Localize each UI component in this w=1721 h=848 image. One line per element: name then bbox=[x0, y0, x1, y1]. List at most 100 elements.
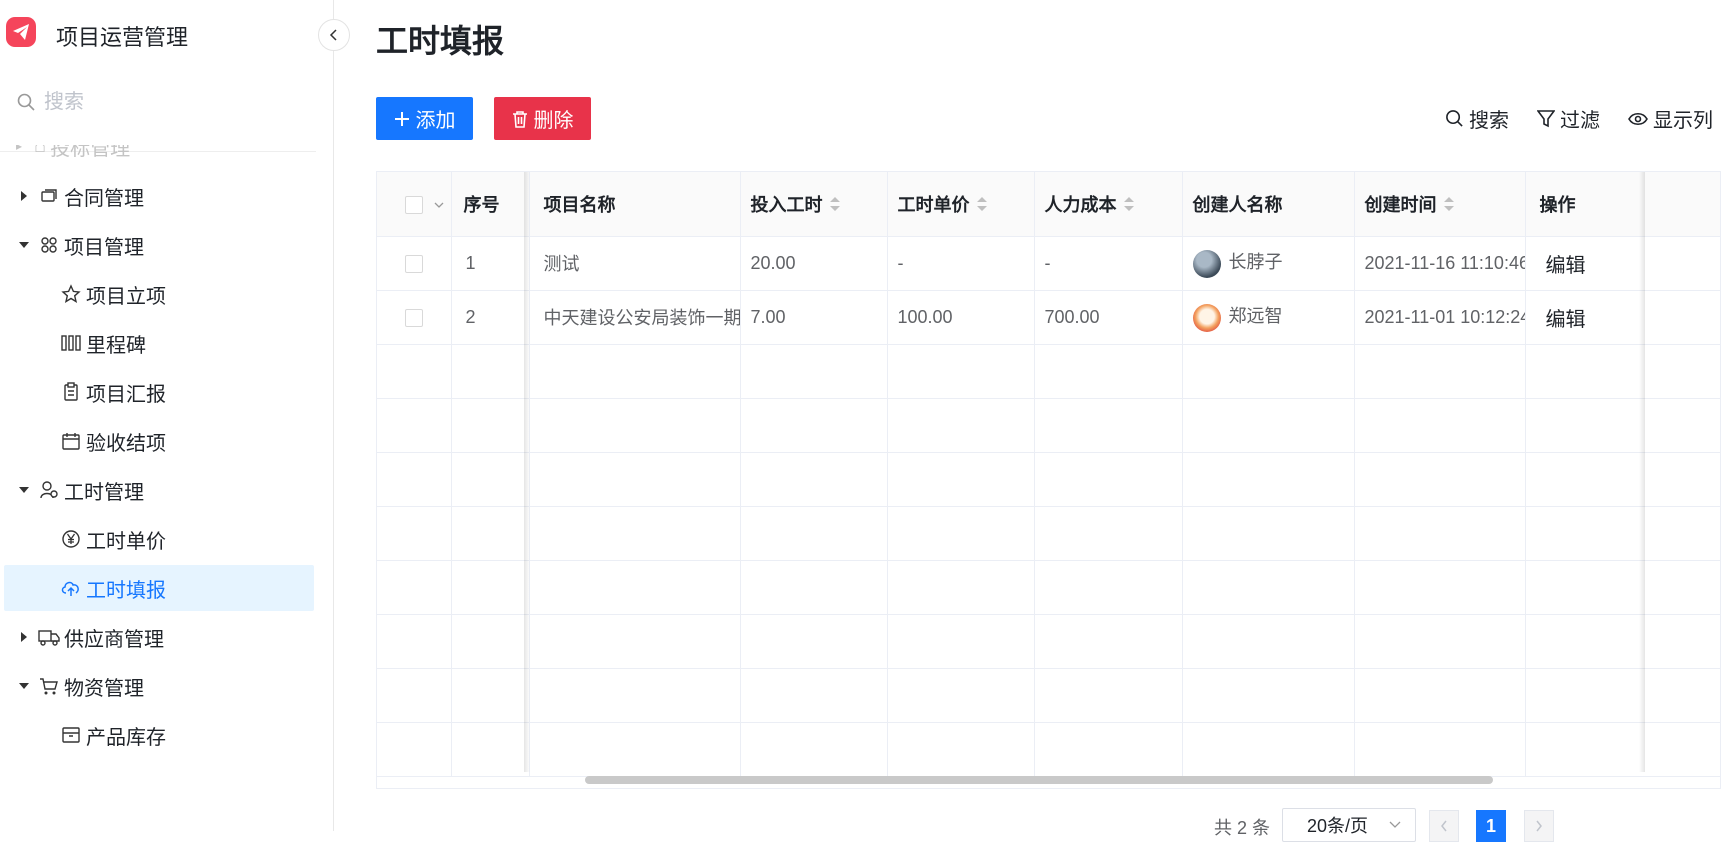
column-header-label: 创建时间 bbox=[1364, 194, 1437, 215]
sidebar-item-project-init[interactable]: 项目立项 bbox=[4, 271, 314, 317]
empty-row bbox=[377, 344, 1720, 399]
sidebar-search[interactable] bbox=[16, 88, 264, 116]
edit-link[interactable]: 编辑 bbox=[1525, 290, 1720, 345]
creator-name: 长脖子 bbox=[1228, 252, 1283, 273]
paper-plane-logo-icon bbox=[6, 17, 36, 47]
empty-row bbox=[377, 722, 1720, 777]
empty-row bbox=[377, 614, 1720, 669]
cell-hours: 7.00 bbox=[740, 290, 888, 345]
columns-tool-label: 显示列 bbox=[1653, 110, 1713, 132]
row-select-cell[interactable] bbox=[377, 290, 452, 345]
sidebar-item-label: 工时管理 bbox=[64, 481, 144, 504]
cloud-upload-icon bbox=[60, 577, 82, 599]
chevron-right-icon bbox=[1536, 820, 1542, 832]
sidebar-item-hour-price[interactable]: 工时单价 bbox=[4, 516, 314, 562]
cell-project-name: 中天建设公安局装饰一期工 bbox=[529, 290, 741, 345]
cell-hours: 20.00 bbox=[740, 236, 888, 291]
empty-row bbox=[377, 668, 1720, 723]
sidebar-item-workhours[interactable]: 工时管理 bbox=[4, 467, 314, 513]
column-header-cost[interactable]: 人力成本 bbox=[1034, 172, 1183, 237]
cell-price: 100.00 bbox=[887, 290, 1035, 345]
chevron-down-icon[interactable] bbox=[434, 201, 444, 209]
column-header-index: 序号 bbox=[451, 172, 530, 237]
column-header-name: 项目名称 bbox=[529, 172, 741, 237]
chevron-left-icon bbox=[329, 29, 337, 41]
sidebar-item-label: 工时单价 bbox=[86, 530, 166, 553]
column-header-hours[interactable]: 投入工时 bbox=[740, 172, 888, 237]
contract-icon bbox=[38, 185, 60, 207]
column-header-label: 工时单价 bbox=[897, 194, 970, 215]
project-icon bbox=[38, 234, 60, 256]
sort-icon[interactable] bbox=[1443, 196, 1455, 212]
page-title: 工时填报 bbox=[376, 23, 505, 59]
cell-created: 2021-11-01 10:12:24 bbox=[1354, 290, 1526, 345]
column-header-created[interactable]: 创建时间 bbox=[1354, 172, 1526, 237]
sidebar-item-label: 项目管理 bbox=[64, 236, 144, 259]
chevron-left-icon bbox=[1441, 820, 1447, 832]
caret-down-icon bbox=[16, 241, 32, 249]
cell-cost: 700.00 bbox=[1034, 290, 1183, 345]
cell-creator: 郑远智 bbox=[1182, 290, 1355, 345]
sidebar-item-inventory[interactable]: 产品库存 bbox=[4, 712, 314, 758]
sidebar-item-label: 供应商管理 bbox=[64, 628, 164, 651]
sort-icon[interactable] bbox=[976, 196, 988, 212]
sidebar-item-supplier[interactable]: 供应商管理 bbox=[4, 614, 314, 660]
cart-icon bbox=[38, 675, 60, 697]
caret-down-icon bbox=[16, 486, 32, 494]
sidebar-item-project-report[interactable]: 项目汇报 bbox=[4, 369, 314, 415]
sidebar-item-contract[interactable]: 合同管理 bbox=[4, 173, 314, 219]
sidebar-search-input[interactable] bbox=[44, 90, 264, 114]
page-number-current[interactable]: 1 bbox=[1476, 810, 1506, 842]
sidebar-item-milestone[interactable]: 里程碑 bbox=[4, 320, 314, 366]
sidebar-item-label: 里程碑 bbox=[86, 334, 146, 357]
columns-tool-button[interactable]: 显示列 bbox=[1628, 104, 1713, 133]
sidebar-item-label: 验收结项 bbox=[86, 432, 166, 455]
sidebar-item-project[interactable]: 项目管理 bbox=[4, 222, 314, 268]
filter-tool-button[interactable]: 过滤 bbox=[1537, 104, 1600, 133]
row-checkbox[interactable] bbox=[405, 254, 423, 273]
tag-icon: ⌂ bbox=[34, 145, 47, 157]
table-row: 1 测试 20.00 - - 长脖子 2021-11-16 11:10:46 编… bbox=[377, 236, 1720, 291]
chevron-down-icon bbox=[1389, 821, 1401, 828]
sidebar-item-bid[interactable]: ▸ ⌂ 投标管理 bbox=[0, 145, 316, 161]
column-header-action: 操作 bbox=[1525, 172, 1720, 237]
search-tool-button[interactable]: 搜索 bbox=[1445, 104, 1509, 133]
add-button[interactable]: 添加 bbox=[376, 97, 473, 140]
delete-button-label: 删除 bbox=[533, 110, 574, 132]
sidebar-menu: ▸ ⌂ 投标管理 合同管理 项目管理 项目立项 里程碑 项目汇报 验收结项 工时… bbox=[0, 145, 316, 831]
page-size-value: 20条/页 bbox=[1307, 816, 1369, 836]
caret-right-icon: ▸ bbox=[16, 145, 23, 153]
sort-icon[interactable] bbox=[829, 196, 841, 212]
horizontal-scrollbar[interactable] bbox=[585, 776, 1493, 784]
column-header-creator: 创建人名称 bbox=[1182, 172, 1355, 237]
edit-link[interactable]: 编辑 bbox=[1525, 236, 1720, 291]
star-icon bbox=[60, 283, 82, 305]
milestone-icon bbox=[60, 332, 82, 354]
collapse-sidebar-button[interactable] bbox=[318, 19, 350, 51]
filter-tool-label: 过滤 bbox=[1560, 110, 1600, 132]
sort-icon[interactable] bbox=[1123, 196, 1135, 212]
row-checkbox[interactable] bbox=[405, 308, 423, 327]
delete-button[interactable]: 删除 bbox=[494, 97, 591, 140]
people-icon bbox=[38, 479, 60, 501]
creator-name: 郑远智 bbox=[1228, 306, 1283, 327]
sidebar-item-hour-report[interactable]: 工时填报 bbox=[4, 565, 314, 611]
page-size-select[interactable]: 20条/页 bbox=[1282, 808, 1416, 842]
cell-project-name: 测试 bbox=[529, 236, 741, 291]
select-all-cell[interactable] bbox=[377, 172, 452, 237]
plus-icon bbox=[394, 111, 409, 126]
sidebar-item-acceptance[interactable]: 验收结项 bbox=[4, 418, 314, 464]
select-all-checkbox[interactable] bbox=[405, 195, 423, 214]
sidebar-item-label: 产品库存 bbox=[86, 726, 166, 749]
cell-creator: 长脖子 bbox=[1182, 236, 1355, 291]
data-table: 序号 项目名称 投入工时 工时单价 人力成本 创建人名称 创建时间 操作 1 测… bbox=[376, 171, 1721, 789]
cell-cost: - bbox=[1034, 236, 1183, 291]
search-icon bbox=[17, 93, 35, 111]
avatar bbox=[1192, 249, 1221, 278]
next-page-button[interactable] bbox=[1524, 810, 1554, 842]
prev-page-button[interactable] bbox=[1429, 810, 1459, 842]
table-row: 2 中天建设公安局装饰一期工 7.00 100.00 700.00 郑远智 20… bbox=[377, 290, 1720, 345]
sidebar-item-materials[interactable]: 物资管理 bbox=[4, 663, 314, 709]
row-select-cell[interactable] bbox=[377, 236, 452, 291]
column-header-price[interactable]: 工时单价 bbox=[887, 172, 1035, 237]
